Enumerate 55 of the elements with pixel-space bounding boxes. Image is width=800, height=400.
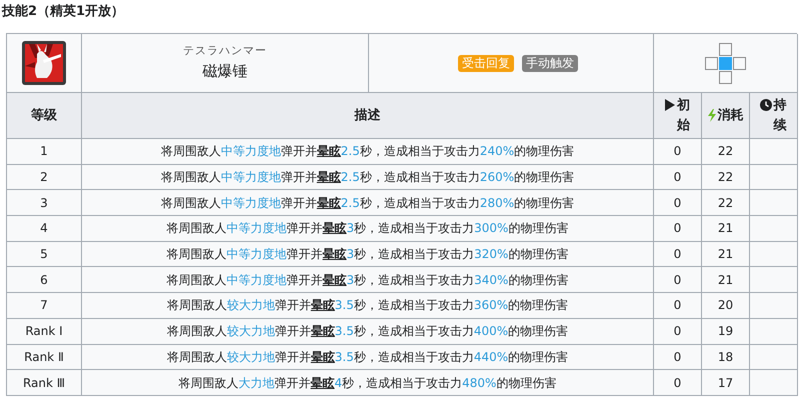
- sp-cost-cell-text: 17: [718, 374, 734, 392]
- initial-sp-cell-text: 0: [674, 143, 682, 160]
- level-cell-text: Rank Ⅲ: [22, 374, 66, 392]
- description-text: 将周围敌人大力地弹开并晕眩4秒，造成相当于攻击力480%的物理伤害: [178, 374, 556, 392]
- sp-cost-cell-text: 22: [718, 143, 734, 160]
- initial-sp-cell-text: 0: [674, 246, 682, 264]
- initial-sp-cell-text: 0: [674, 272, 682, 289]
- initial-sp-cell-text: 0: [674, 220, 682, 238]
- initial-sp-cell-text: 0: [674, 348, 682, 366]
- description-text: 将周围敌人中等力度地弹开并晕眩2.5秒，造成相当于攻击力260%的物理伤害: [160, 169, 574, 186]
- level-cell-text: 1: [40, 143, 48, 160]
- level-cell-text: 3: [40, 194, 48, 212]
- description-text: 将周围敌人较大力地弹开并晕眩3.5秒，造成相当于攻击力440%的物理伤害: [166, 348, 568, 366]
- description-text: 将周围敌人较大力地弹开并晕眩3.5秒，造成相当于攻击力400%的物理伤害: [166, 323, 568, 340]
- column-header: 消耗: [718, 106, 744, 124]
- skill-name: 磁爆锤: [202, 61, 248, 82]
- description-text: 将周围敌人较大力地弹开并晕眩3.5秒，造成相当于攻击力360%的物理伤害: [166, 297, 568, 314]
- initial-sp-cell-text: 0: [674, 297, 682, 314]
- level-cell-text: 4: [40, 220, 48, 238]
- column-header: 初始: [677, 96, 691, 134]
- initial-sp-cell-text: 0: [674, 194, 682, 212]
- level-cell-text: 6: [40, 272, 48, 289]
- initial-sp-cell-text: 0: [674, 374, 682, 392]
- description-text: 将周围敌人中等力度地弹开并晕眩3秒，造成相当于攻击力 300%的物理伤害: [166, 220, 568, 238]
- sp-cost-cell-text: 21: [718, 246, 734, 264]
- level-cell-text: Rank Ⅰ: [25, 323, 63, 340]
- skill-tag: 受击回复: [458, 54, 514, 72]
- sp-cost-cell-text: 18: [718, 348, 734, 366]
- description-text: 将周围敌人中等力度地弹开并晕眩2.5秒，造成相当于攻击力240%的物理伤害: [160, 143, 574, 160]
- skill-name-japanese: テスラハンマー: [183, 44, 267, 58]
- description-text: 将周围敌人中等力度地弹开并晕眩3秒，造成相当于攻击力 340%的物理伤害: [166, 272, 568, 289]
- level-cell-text: Rank Ⅱ: [24, 348, 64, 366]
- column-header: 持续: [774, 96, 788, 134]
- sp-cost-cell-text: 21: [718, 220, 734, 238]
- skill-icon: [21, 40, 67, 86]
- sp-cost-cell-text: 19: [718, 323, 734, 340]
- sp-cost-cell-text: 20: [718, 297, 734, 314]
- level-cell-text: 5: [40, 246, 48, 264]
- sp-cost-cell-text: 21: [718, 272, 734, 289]
- skill-tag: 手动触发: [522, 54, 578, 72]
- description-text: 将周围敌人中等力度地弹开并晕眩2.5秒，造成相当于攻击力280%的物理伤害: [160, 194, 574, 212]
- sp-cost-cell-text: 22: [718, 194, 734, 212]
- play-icon: [664, 98, 675, 110]
- initial-sp-cell-text: 0: [674, 169, 682, 186]
- lightning-icon: [708, 108, 716, 122]
- initial-sp-cell-text: 0: [674, 323, 682, 340]
- column-header: 等级: [31, 106, 57, 124]
- level-cell-text: 2: [40, 169, 48, 186]
- sp-cost-cell-text: 22: [718, 169, 734, 186]
- attack-range-icon: [705, 42, 746, 84]
- clock-icon: [760, 98, 772, 110]
- section-title: 技能2（精英1开放）: [2, 4, 126, 21]
- description-text: 将周围敌人中等力度地弹开并晕眩3秒，造成相当于攻击力 320%的物理伤害: [166, 246, 568, 264]
- level-cell-text: 7: [40, 297, 48, 314]
- column-header: 描述: [354, 106, 380, 124]
